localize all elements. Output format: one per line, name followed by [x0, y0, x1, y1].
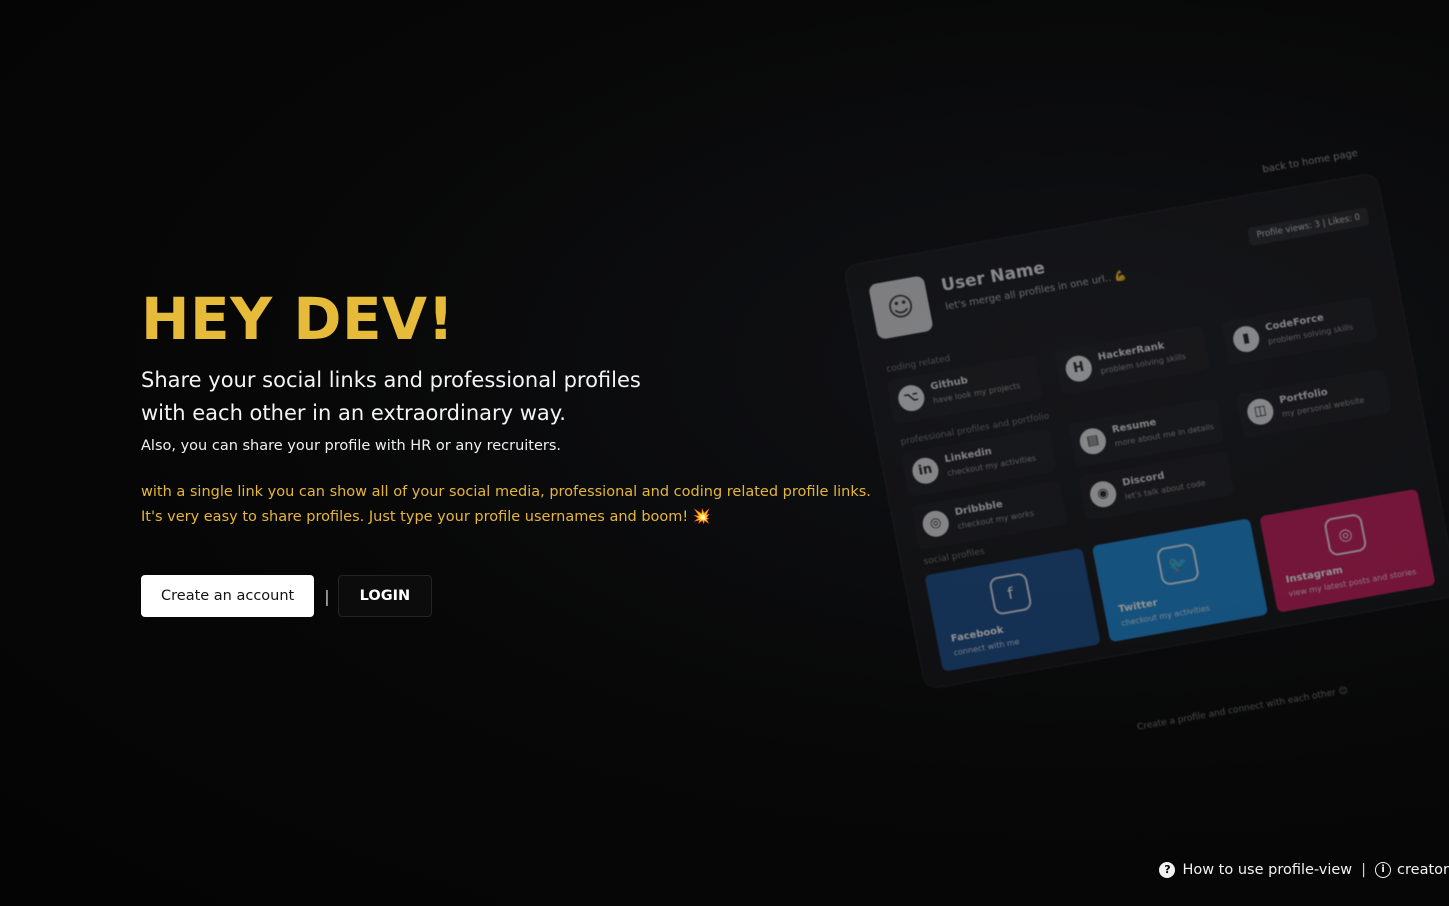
- profile-preview-image: back to home page ☺ User Name let's merg…: [842, 148, 1449, 733]
- preview-social-instagram: ◎ Instagram view my latest posts and sto…: [1259, 488, 1436, 613]
- preview-footer-note: Create a profile and connect with each o…: [1136, 685, 1349, 733]
- preview-section-social: social profiles: [922, 546, 986, 568]
- question-circle-icon: ?: [1159, 862, 1176, 878]
- preview-social-facebook: f Facebook connect with me: [924, 547, 1101, 672]
- github-icon: ⌥: [896, 383, 927, 414]
- resume-icon: ▤: [1077, 426, 1109, 457]
- hero-section: HEY DEV! Share your social links and pro…: [141, 284, 901, 530]
- dribbble-icon: ◎: [920, 508, 952, 539]
- create-account-button[interactable]: Create an account: [141, 575, 315, 617]
- hero-description: with a single link you can show all of y…: [141, 484, 871, 525]
- footer-separator: |: [1361, 862, 1367, 878]
- hero-title: HEY DEV!: [141, 285, 455, 353]
- how-to-use-link[interactable]: How to use profile-view: [1182, 862, 1352, 878]
- discord-icon: ◉: [1087, 479, 1119, 510]
- preview-tile-portfolio: ◫ Portfolio my personal website: [1235, 368, 1392, 438]
- hero-subtitle: Share your social links and professional…: [141, 368, 641, 425]
- preview-stats: Profile views: 3 | Likes: 0: [1247, 207, 1370, 246]
- preview-tile-codeforce: ▮ CodeForce problem solving skills: [1221, 296, 1378, 366]
- twitter-icon: 🐦: [1155, 542, 1201, 587]
- linkedin-icon: in: [910, 455, 941, 486]
- facebook-icon: f: [988, 571, 1033, 616]
- creator-link[interactable]: creator: [1397, 862, 1449, 878]
- landing-page: HEY DEV! Share your social links and pro…: [0, 0, 1449, 906]
- preview-tile-hackerrank: H HackerRank problem solving skills: [1054, 325, 1211, 395]
- footer-links: ? How to use profile-view | i creator: [1159, 862, 1449, 878]
- preview-avatar: ☺: [867, 275, 934, 340]
- actions-separator: |: [324, 586, 330, 606]
- hackerrank-icon: H: [1063, 353, 1095, 384]
- login-button[interactable]: LOGIN: [337, 575, 433, 617]
- preview-social-twitter: 🐦 Twitter checkout my activities: [1091, 518, 1269, 643]
- hero-note: Also, you can share your profile with HR…: [141, 438, 562, 454]
- codeforce-icon: ▮: [1230, 324, 1262, 355]
- hero-actions: Create an account | LOGIN: [141, 575, 433, 617]
- portfolio-icon: ◫: [1245, 396, 1276, 427]
- preview-back-link: back to home page: [1261, 148, 1359, 176]
- instagram-icon: ◎: [1323, 512, 1368, 557]
- info-circle-icon: i: [1375, 862, 1392, 878]
